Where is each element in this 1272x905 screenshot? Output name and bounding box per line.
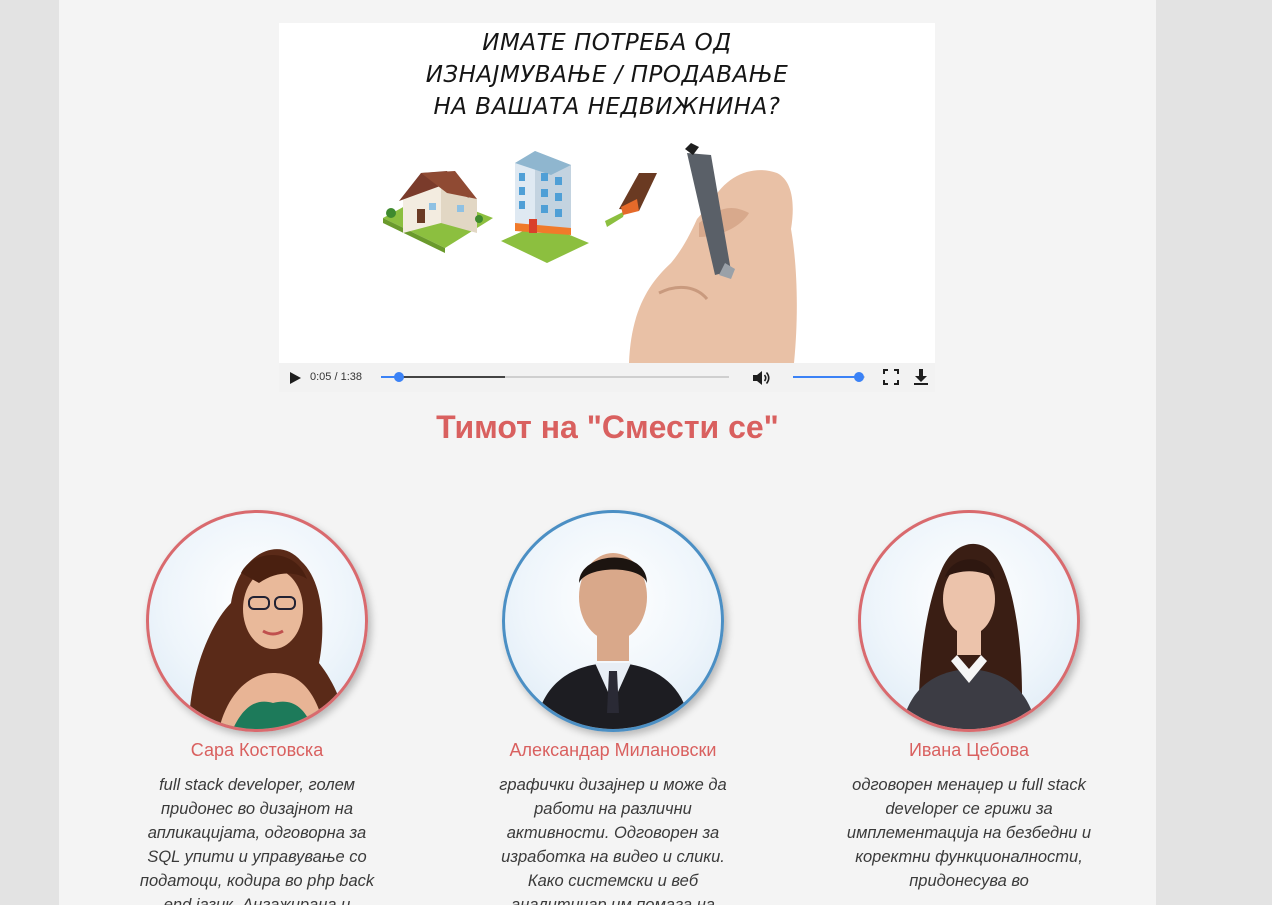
member-bio: одговорен менаџер и full stack developer…: [846, 776, 1092, 890]
video-controls: 0:05 / 1:38: [279, 363, 935, 392]
volume-slider[interactable]: [793, 369, 865, 385]
avatar: [502, 510, 724, 732]
video-illustration: [383, 143, 797, 363]
main-content: ИМАТЕ ПОТРЕБА ОД ИЗНАЈМУВАЊЕ / ПРОДАВАЊЕ…: [59, 0, 1156, 905]
avatar: [858, 510, 1080, 732]
volume-thumb[interactable]: [854, 372, 865, 382]
play-icon[interactable]: [289, 372, 301, 384]
member-bio: графички дизајнер и може да работи на ра…: [499, 776, 727, 905]
team-member-card: Ивана Цебова одговорен менаџер и full st…: [839, 510, 1099, 893]
fullscreen-icon[interactable]: [883, 369, 899, 385]
team-heading: Тимот на "Смести се": [436, 409, 779, 445]
member-name: Александар Милановски: [509, 740, 717, 760]
team-member-card: Александар Милановски графички дизајнер …: [483, 510, 743, 905]
portrait-ivana: [901, 543, 1037, 729]
volume-icon[interactable]: [751, 368, 771, 388]
portrait-sara: [189, 549, 347, 729]
seek-thumb[interactable]: [393, 372, 404, 382]
house-illustration: [383, 171, 493, 253]
seek-bar[interactable]: [381, 369, 729, 385]
avatar: [146, 510, 368, 732]
member-name: Ивана Цебова: [908, 740, 1030, 760]
sketched-house-illustration: [605, 173, 657, 227]
member-name: Сара Костовска: [190, 740, 324, 760]
video-frame[interactable]: ИМАТЕ ПОТРЕБА ОД ИЗНАЈМУВАЊЕ / ПРОДАВАЊЕ…: [279, 23, 935, 363]
apartment-building-illustration: [501, 151, 589, 263]
member-bio: full stack developer, голем придонес во …: [139, 776, 375, 905]
team-member-card: Сара Костовска full stack developer, гол…: [127, 510, 387, 905]
download-icon[interactable]: [913, 368, 929, 386]
video-player[interactable]: ИМАТЕ ПОТРЕБА ОД ИЗНАЈМУВАЊЕ / ПРОДАВАЊЕ…: [279, 23, 935, 392]
portrait-aleksandar: [535, 553, 691, 729]
time-display: 0:05 / 1:38: [310, 371, 362, 383]
